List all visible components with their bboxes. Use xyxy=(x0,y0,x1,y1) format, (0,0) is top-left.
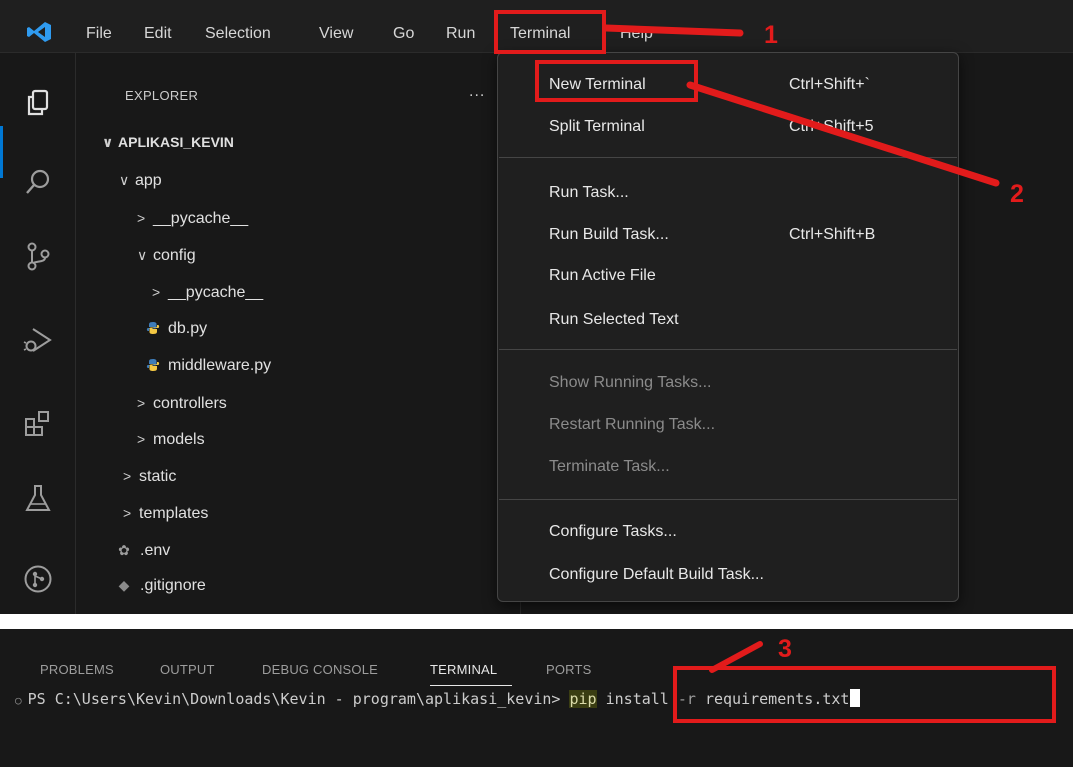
tree-folder-config[interactable]: ∨ config xyxy=(137,241,196,269)
menu-item-split-terminal[interactable]: Split Terminal xyxy=(549,117,645,137)
tree-root-folder[interactable]: ∨ APLIKASI_KEVIN xyxy=(102,128,234,156)
tree-label: db.py xyxy=(168,320,208,337)
python-file-icon xyxy=(146,322,160,334)
menu-item-run-selected-text[interactable]: Run Selected Text xyxy=(549,310,679,330)
search-icon[interactable] xyxy=(23,167,53,197)
tree-label: APLIKASI_KEVIN xyxy=(118,134,234,150)
tree-label: middleware.py xyxy=(168,357,272,374)
menu-separator xyxy=(499,157,957,158)
menu-selection[interactable]: Selection xyxy=(205,24,271,44)
highlight-new-terminal xyxy=(535,60,698,102)
tree-folder-pycache-config[interactable]: > __pycache__ xyxy=(152,278,263,306)
menu-file[interactable]: File xyxy=(86,24,112,44)
chevron-down-icon: ∨ xyxy=(137,247,148,263)
menu-item-configure-tasks[interactable]: Configure Tasks... xyxy=(549,522,677,542)
tree-label: .gitignore xyxy=(140,577,206,594)
command-install: install xyxy=(605,690,669,708)
menu-item-restart-running-task: Restart Running Task... xyxy=(549,416,716,433)
menu-go[interactable]: Go xyxy=(393,24,414,44)
tree-folder-models[interactable]: > models xyxy=(137,425,205,453)
menu-separator xyxy=(499,499,957,500)
activity-bar xyxy=(0,53,76,614)
tree-label: config xyxy=(153,247,196,264)
tree-label: models xyxy=(153,431,205,448)
circle-icon: ○ xyxy=(15,694,22,707)
terminal-prompt: PS C:\Users\Kevin\Downloads\Kevin - prog… xyxy=(27,690,561,708)
gear-file-icon: ✿ xyxy=(118,542,130,558)
git-file-icon: ◆ xyxy=(118,577,130,593)
tree-label: static xyxy=(139,468,177,485)
tree-file-middleware[interactable]: middleware.py xyxy=(146,352,271,380)
annotation-step-1: 1 xyxy=(764,21,778,49)
tree-file-env[interactable]: ✿ .env xyxy=(116,536,170,564)
menu-edit[interactable]: Edit xyxy=(144,24,172,44)
tab-debug-console[interactable]: DEBUG CONSOLE xyxy=(262,662,378,677)
explorer-title: EXPLORER xyxy=(125,88,199,103)
highlight-terminal-menu xyxy=(494,10,606,54)
extensions-icon[interactable] xyxy=(23,409,53,439)
menu-help[interactable]: Help xyxy=(620,24,653,44)
annotation-step-3: 3 xyxy=(778,635,792,663)
chevron-right-icon: > xyxy=(137,431,146,447)
tab-ports[interactable]: PORTS xyxy=(546,662,592,677)
highlight-pip-command xyxy=(673,666,1056,723)
python-file-icon xyxy=(146,359,160,371)
tree-label: __pycache__ xyxy=(168,284,264,301)
active-indicator xyxy=(0,126,3,178)
menu-item-run-build-task[interactable]: Run Build Task... xyxy=(549,225,669,245)
tree-label: __pycache__ xyxy=(153,210,249,227)
tree-file-db[interactable]: db.py xyxy=(146,315,207,343)
menu-item-terminate-task: Terminate Task... xyxy=(549,458,670,475)
chevron-right-icon: > xyxy=(137,210,146,226)
annotation-step-2: 2 xyxy=(1010,180,1024,208)
more-actions-icon[interactable]: ... xyxy=(469,83,485,101)
chevron-right-icon: > xyxy=(123,468,132,484)
shortcut-run-build-task: Ctrl+Shift+B xyxy=(789,226,876,243)
tree-folder-app[interactable]: ∨ app xyxy=(119,166,162,194)
explorer-sidebar: EXPLORER ... ∨ APLIKASI_KEVIN ∨ app > __pyc… xyxy=(76,53,521,614)
tree-label: templates xyxy=(139,505,209,522)
menu-item-configure-default-build-task[interactable]: Configure Default Build Task... xyxy=(549,565,764,585)
chevron-right-icon: > xyxy=(137,395,146,411)
shortcut-split-terminal: Ctrl+Shift+5 xyxy=(789,118,874,135)
tree-folder-controllers[interactable]: > controllers xyxy=(137,389,227,417)
tab-output[interactable]: OUTPUT xyxy=(160,662,215,677)
tree-label: controllers xyxy=(153,395,227,412)
menu-item-run-task[interactable]: Run Task... xyxy=(549,183,629,203)
source-control-icon[interactable] xyxy=(23,241,53,271)
menu-run[interactable]: Run xyxy=(446,24,475,44)
tree-folder-static[interactable]: > static xyxy=(123,462,176,490)
terminal-menu-dropdown: New Terminal Ctrl+Shift+` Split Terminal… xyxy=(497,52,959,602)
chevron-down-icon: ∨ xyxy=(102,134,114,150)
menu-item-show-running-tasks: Show Running Tasks... xyxy=(549,374,712,391)
chevron-right-icon: > xyxy=(123,505,132,521)
menu-view[interactable]: View xyxy=(319,24,353,44)
explorer-icon[interactable] xyxy=(23,87,53,117)
active-tab-underline xyxy=(430,685,512,686)
git-graph-icon[interactable] xyxy=(23,564,53,594)
testing-flask-icon[interactable] xyxy=(23,483,53,513)
tree-label: app xyxy=(135,172,162,189)
command-pip: pip xyxy=(569,690,597,708)
tab-terminal[interactable]: TERMINAL xyxy=(430,662,497,677)
menu-item-run-active-file[interactable]: Run Active File xyxy=(549,266,656,286)
run-debug-icon[interactable] xyxy=(23,325,53,355)
shortcut-new-terminal: Ctrl+Shift+` xyxy=(789,76,870,93)
chevron-down-icon: ∨ xyxy=(119,172,130,188)
tree-file-gitignore[interactable]: ◆ .gitignore xyxy=(116,571,206,599)
tree-label: .env xyxy=(140,542,171,559)
tree-folder-templates[interactable]: > templates xyxy=(123,499,208,527)
tab-problems[interactable]: PROBLEMS xyxy=(40,662,114,677)
tree-folder-pycache[interactable]: > __pycache__ xyxy=(137,204,248,232)
chevron-right-icon: > xyxy=(152,284,161,300)
vscode-logo-icon xyxy=(27,22,51,42)
menu-separator xyxy=(499,349,957,350)
